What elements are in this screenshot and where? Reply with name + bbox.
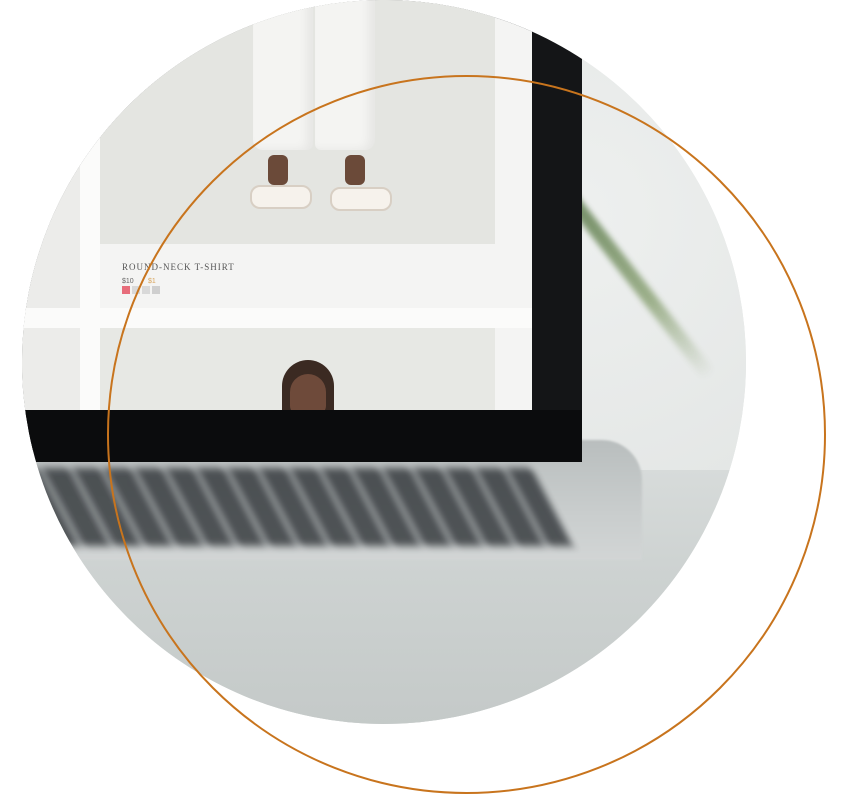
model-pants-right (315, 0, 375, 150)
product-card-image[interactable] (100, 0, 495, 244)
model-foot (345, 155, 365, 185)
color-swatch[interactable] (142, 286, 150, 294)
grid-divider-vertical (80, 0, 100, 410)
product-price-old: $1 (148, 278, 156, 285)
sandal (250, 185, 312, 209)
model-face (290, 374, 326, 410)
color-swatch[interactable] (152, 286, 160, 294)
circular-photo: ROUND-NECK T-SHIRT $10 $1 (22, 0, 746, 724)
product-title[interactable]: ROUND-NECK T-SHIRT (122, 262, 235, 272)
laptop-screen: ROUND-NECK T-SHIRT $10 $1 (22, 0, 532, 410)
laptop-keyboard (22, 468, 573, 546)
laptop-bezel-bottom (22, 410, 582, 462)
color-swatch[interactable] (122, 286, 130, 294)
model-foot (268, 155, 288, 185)
color-swatch[interactable] (132, 286, 140, 294)
color-swatches (122, 286, 160, 294)
product-price: $10 (122, 278, 134, 285)
grid-divider-horizontal (22, 308, 532, 328)
scene: ROUND-NECK T-SHIRT $10 $1 (0, 0, 846, 798)
model-pants-left (253, 0, 313, 150)
screen-left-column (22, 0, 80, 410)
sandal (330, 187, 392, 211)
